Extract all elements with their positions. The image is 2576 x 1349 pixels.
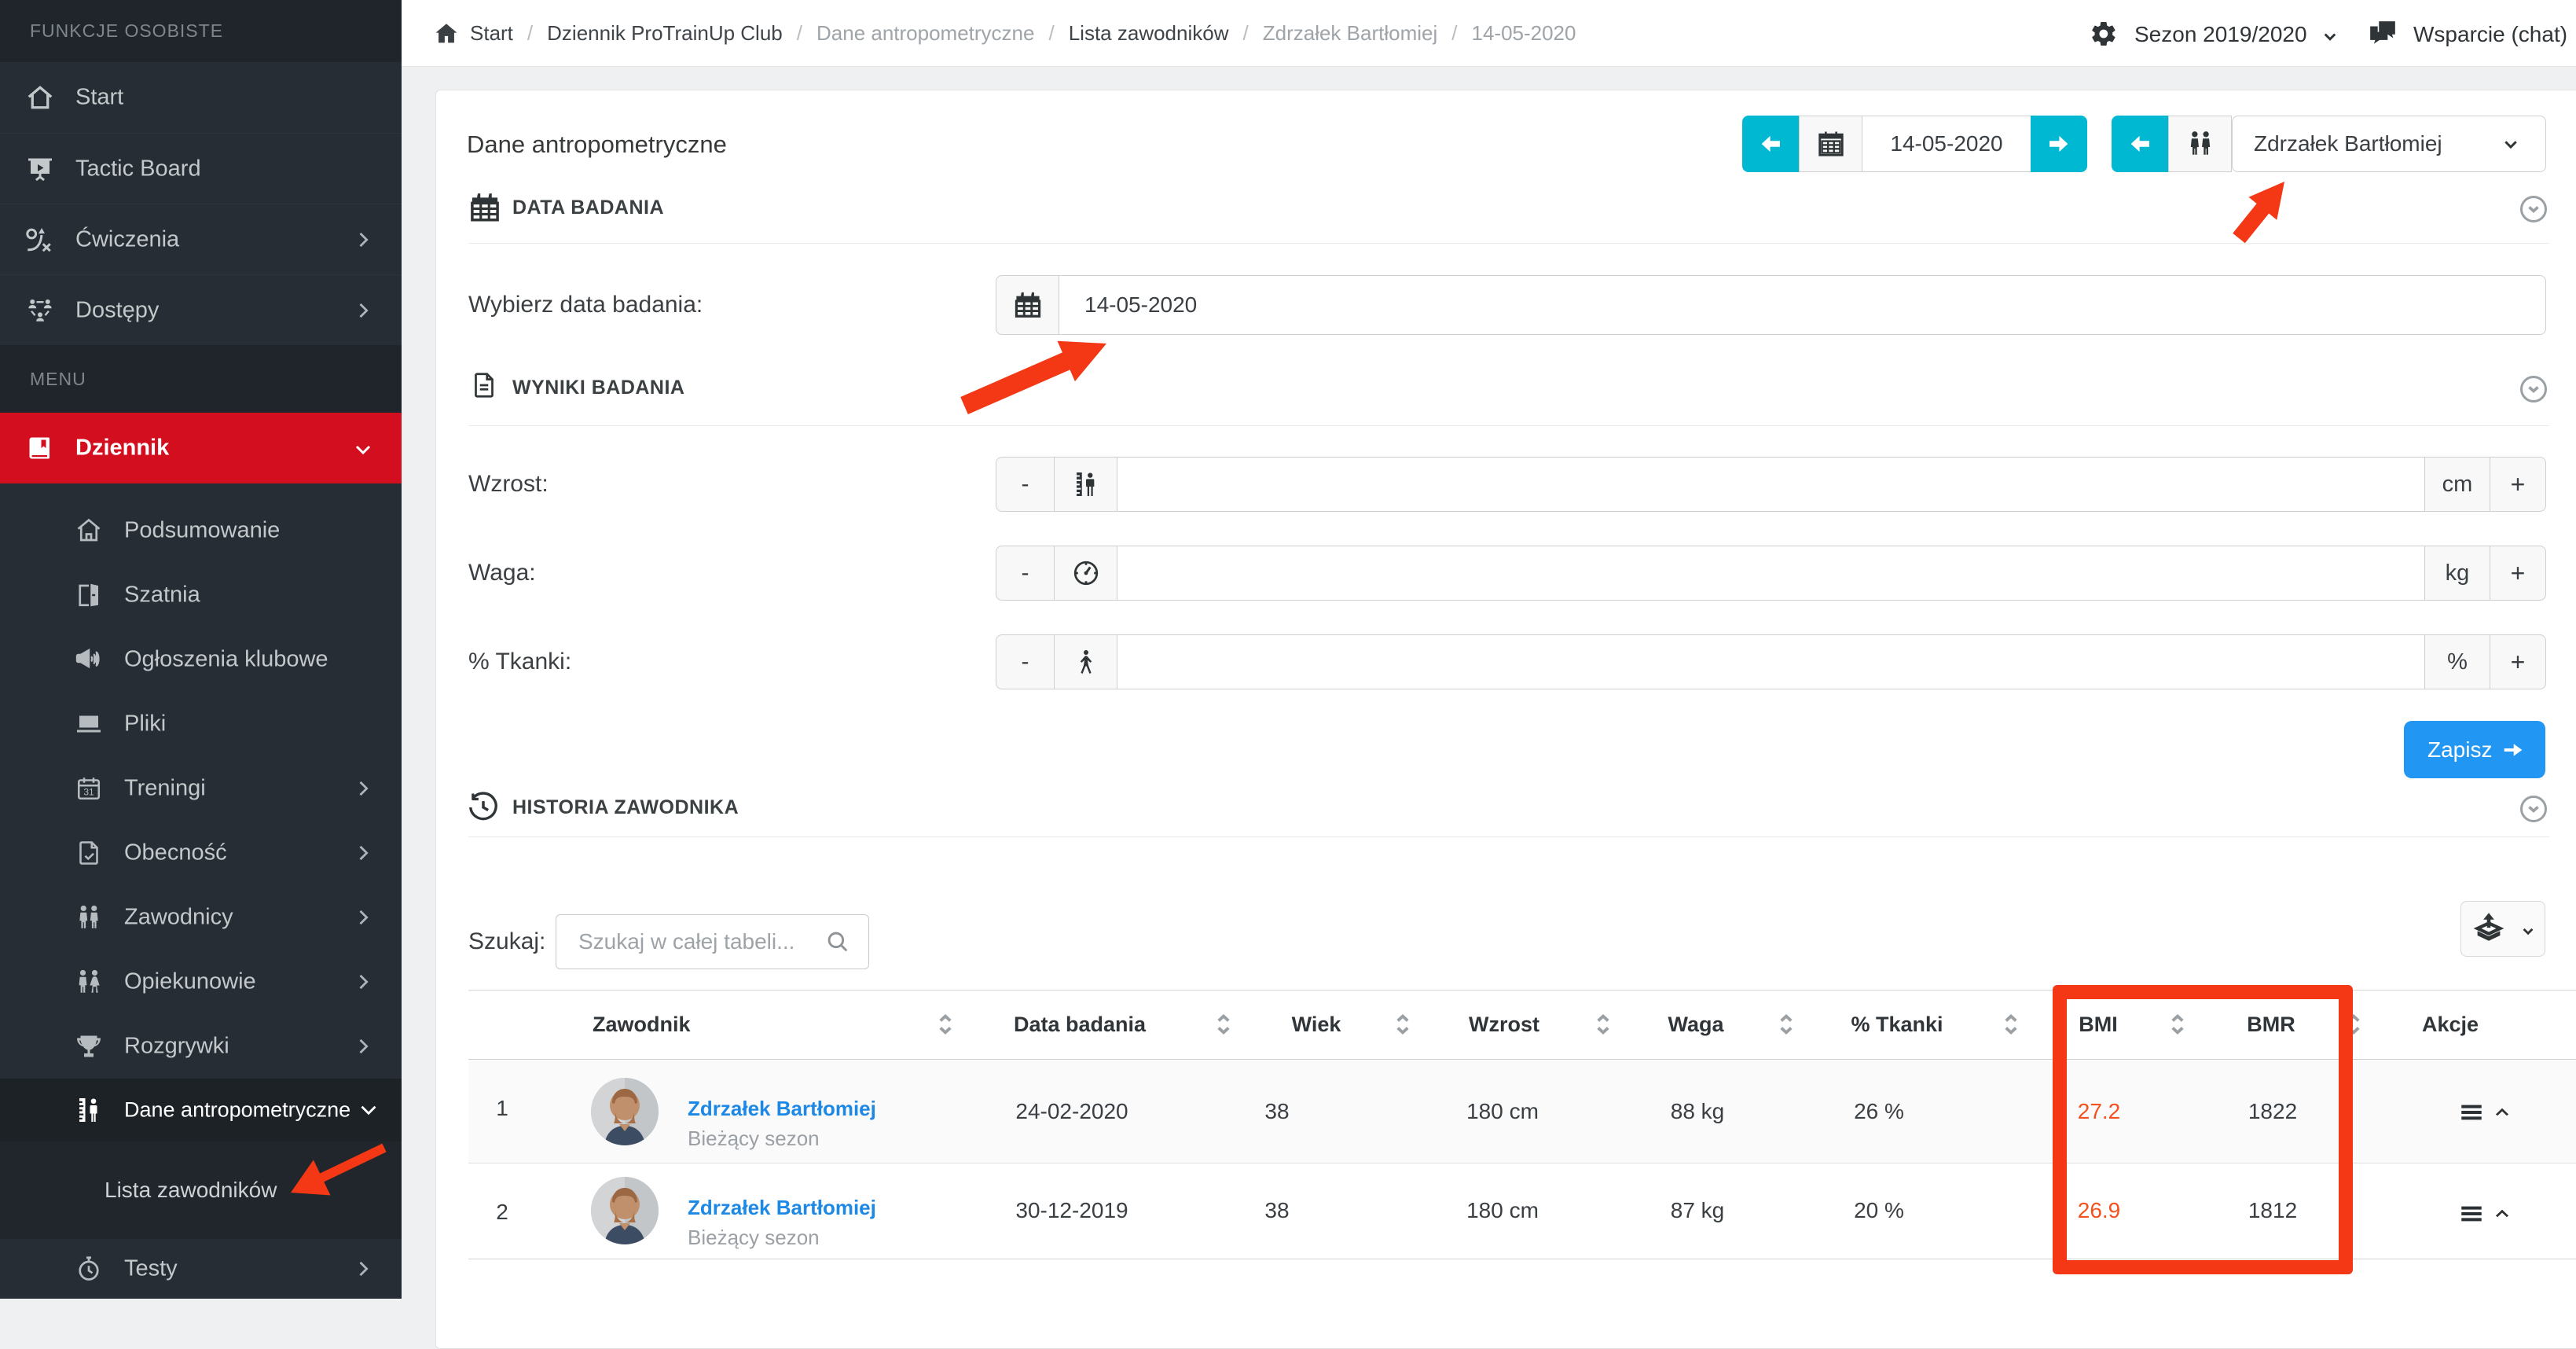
svg-text:31: 31 bbox=[83, 786, 94, 797]
